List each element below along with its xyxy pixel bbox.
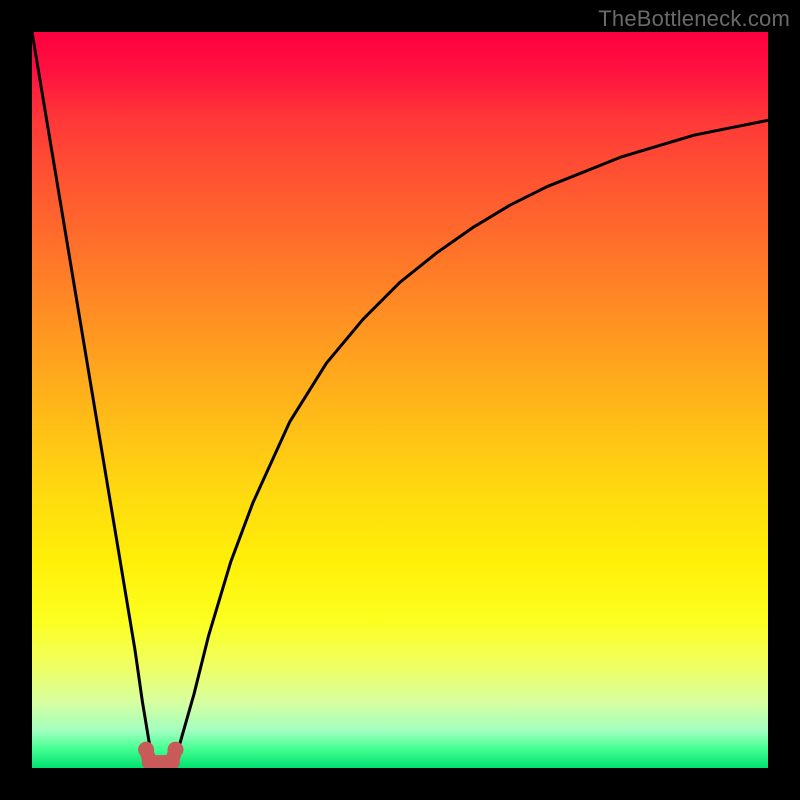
- curve-layer: [32, 32, 768, 768]
- right-curve: [164, 120, 768, 768]
- watermark-text: TheBottleneck.com: [598, 6, 790, 32]
- chart-svg: [32, 32, 768, 768]
- marker-layer: [138, 742, 183, 768]
- trough-marker: [168, 742, 184, 758]
- left-curve: [32, 32, 164, 768]
- plot-frame: [32, 32, 768, 768]
- plot-area: [32, 32, 768, 768]
